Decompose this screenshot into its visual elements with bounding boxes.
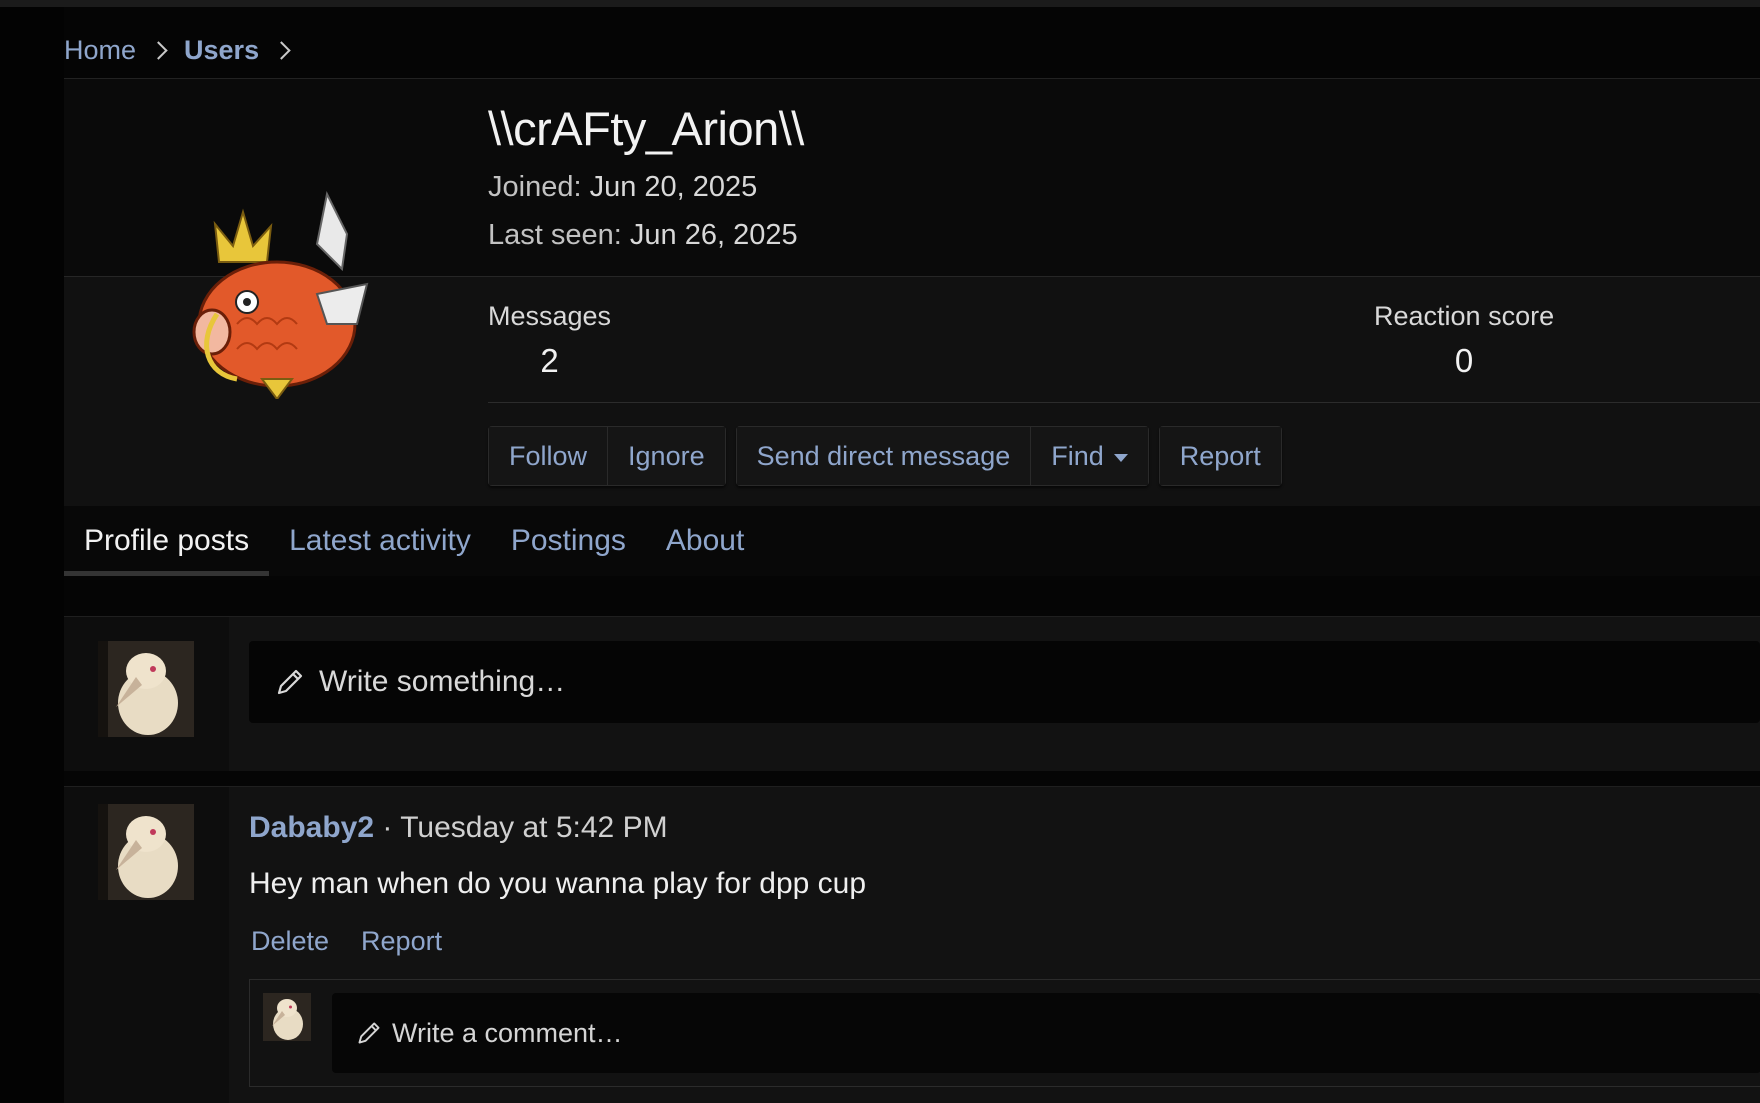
report-profile-button[interactable]: Report (1159, 427, 1281, 485)
post-header: Dababy2 · Tuesday at 5:42 PM (249, 811, 668, 845)
breadcrumb: Home Users (64, 30, 307, 70)
profile-actions: Follow Ignore Send direct message Find R… (488, 426, 1282, 486)
dababy2-avatar[interactable] (98, 804, 194, 900)
last-seen-label: Last seen: (488, 219, 622, 251)
find-label: Find (1051, 440, 1104, 471)
report-group: Report (1158, 426, 1282, 486)
user-avatar[interactable] (98, 641, 194, 737)
write-comment-placeholder: Write a comment… (392, 1017, 623, 1048)
write-comment-input[interactable]: Write a comment… (332, 993, 1760, 1073)
reaction-score-stat[interactable]: Reaction score 0 (1374, 301, 1554, 380)
magikarp-avatar[interactable] (177, 174, 377, 399)
find-dropdown-button[interactable]: Find (1031, 427, 1148, 485)
reaction-score-label: Reaction score (1374, 301, 1555, 331)
last-seen-value: Jun 26, 2025 (629, 219, 798, 251)
messages-stat[interactable]: Messages 2 (488, 301, 611, 380)
joined-value: Jun 20, 2025 (589, 171, 758, 203)
breadcrumb-users-link[interactable]: Users (184, 35, 259, 66)
report-post-link[interactable]: Report (361, 926, 442, 957)
pencil-icon (358, 1022, 380, 1044)
profile-tabs: Profile posts Latest activity Postings A… (64, 506, 1760, 576)
post-separator: · (382, 811, 393, 844)
messages-label: Messages (488, 301, 612, 331)
breadcrumb-home-link[interactable]: Home (64, 35, 136, 66)
profile-card: \\crAFty_Arion\\ Joined: Jun 20, 2025 La… (64, 78, 1760, 507)
user-avatar-small[interactable] (263, 993, 311, 1041)
post-sidebar (64, 787, 229, 1103)
tab-profile-posts[interactable]: Profile posts (64, 506, 270, 576)
tab-about[interactable]: About (646, 506, 764, 576)
reaction-score-value: 0 (1454, 342, 1474, 379)
follow-button[interactable]: Follow (489, 427, 609, 485)
stats-divider (488, 402, 1760, 403)
delete-post-link[interactable]: Delete (251, 926, 329, 957)
profile-username: \\crAFty_Arion\\ (488, 102, 804, 155)
left-gutter (0, 7, 64, 1102)
follow-ignore-group: Follow Ignore (488, 426, 726, 486)
joined-label: Joined: (488, 171, 582, 203)
tab-latest-activity[interactable]: Latest activity (269, 506, 491, 576)
pencil-icon (277, 669, 303, 695)
chevron-right-icon (272, 40, 291, 60)
profile-post-composer: Write something… (64, 616, 1760, 771)
profile-post: Dababy2 · Tuesday at 5:42 PM Hey man whe… (64, 786, 1760, 1103)
post-body: Hey man when do you wanna play for dpp c… (249, 867, 867, 900)
top-bar (0, 0, 1760, 7)
messages-value: 2 (540, 342, 559, 379)
message-find-group: Send direct message Find (735, 426, 1149, 486)
composer-sidebar (64, 617, 229, 771)
post-actions: Delete Report (251, 926, 442, 957)
avatar-area (64, 79, 488, 507)
comment-box: Write a comment… (249, 979, 1760, 1087)
ignore-button[interactable]: Ignore (608, 427, 725, 485)
caret-down-icon (1113, 453, 1128, 462)
last-seen: Last seen: Jun 26, 2025 (488, 219, 798, 252)
chevron-right-icon (149, 40, 168, 60)
send-direct-message-button[interactable]: Send direct message (736, 427, 1032, 485)
post-timestamp[interactable]: Tuesday at 5:42 PM (400, 811, 667, 844)
tab-postings[interactable]: Postings (491, 506, 646, 576)
write-something-placeholder: Write something… (319, 665, 566, 698)
post-author-link[interactable]: Dababy2 (249, 811, 374, 844)
joined-date: Joined: Jun 20, 2025 (488, 171, 757, 204)
write-something-input[interactable]: Write something… (249, 641, 1760, 723)
